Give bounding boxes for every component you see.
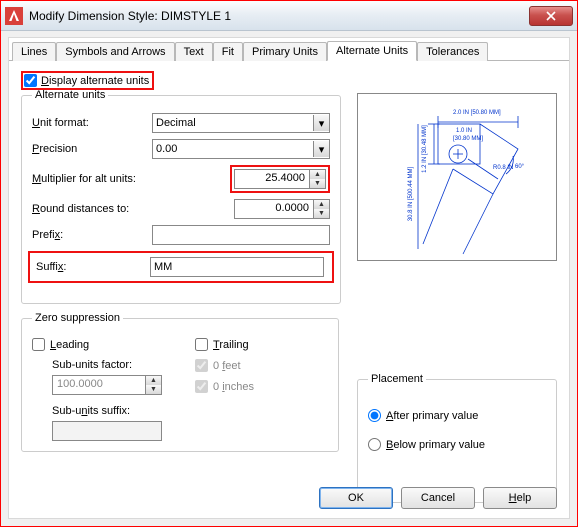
spinner-down-icon[interactable]: ▼	[310, 179, 325, 188]
zero-inches-label: 0 inches	[213, 381, 254, 393]
preview-dim-top: 2.0 IN [50.80 MM]	[453, 110, 501, 116]
preview-dim-inner2: [30.80 MM]	[453, 136, 483, 142]
close-icon	[546, 11, 556, 21]
prefix-label: Prefix:	[32, 229, 152, 241]
placement-legend: Placement	[368, 373, 426, 385]
below-primary-label: Below primary value	[386, 439, 485, 451]
spinner-up-icon: ▲	[146, 376, 161, 385]
precision-value: 0.00	[156, 143, 177, 155]
tab-fit[interactable]: Fit	[213, 42, 243, 61]
tab-strip: Lines Symbols and Arrows Text Fit Primar…	[9, 38, 569, 61]
zero-suppression-legend: Zero suppression	[32, 312, 123, 324]
spinner-down-icon[interactable]: ▼	[314, 209, 329, 218]
prefix-input[interactable]	[152, 225, 330, 245]
display-alternate-units-label: Display alternate units	[41, 75, 149, 87]
leading-checkbox[interactable]	[32, 338, 45, 351]
ok-button[interactable]: OK	[319, 487, 393, 509]
precision-label: Precision	[32, 143, 152, 155]
tab-text[interactable]: Text	[175, 42, 213, 61]
spinner-down-icon: ▼	[146, 385, 161, 394]
tab-primary-units[interactable]: Primary Units	[243, 42, 327, 61]
alternate-units-legend: Alternate units	[32, 89, 108, 101]
chevron-down-icon: ▾	[313, 141, 329, 157]
unit-format-value: Decimal	[156, 117, 196, 129]
alternate-units-group: Alternate units Unit format: Decimal ▾ P…	[21, 89, 341, 304]
zero-inches-checkbox	[195, 380, 208, 393]
preview-dim-left1: 1.2 IN [30.48 MM]	[422, 125, 428, 173]
tab-symbols-arrows[interactable]: Symbols and Arrows	[56, 42, 174, 61]
below-primary-radio[interactable]	[368, 438, 381, 451]
precision-dropdown[interactable]: 0.00 ▾	[152, 139, 330, 159]
after-primary-radio[interactable]	[368, 409, 381, 422]
sub-units-factor-value: 100.0000	[53, 376, 145, 394]
spinner-up-icon[interactable]: ▲	[314, 200, 329, 209]
dimension-preview: 2.0 IN [50.80 MM] 1.0 IN [30.80 MM] R0.8…	[357, 93, 557, 261]
tab-alternate-units[interactable]: Alternate Units	[327, 41, 417, 61]
sub-units-suffix-label: Sub-units suffix:	[52, 405, 165, 417]
suffix-input[interactable]	[150, 257, 324, 277]
round-value[interactable]: 0.0000	[235, 200, 313, 218]
multiplier-label: Multiplier for alt units:	[32, 173, 192, 185]
zero-feet-label: 0 feet	[213, 360, 241, 372]
leading-label: Leading	[50, 339, 89, 351]
preview-dim-inner: 1.0 IN	[456, 128, 472, 134]
chevron-down-icon: ▾	[313, 115, 329, 131]
display-alternate-units-checkbox[interactable]	[24, 74, 37, 87]
unit-format-label: Unit format:	[32, 117, 152, 129]
close-button[interactable]	[529, 6, 573, 26]
multiplier-value[interactable]: 25.4000	[235, 170, 309, 188]
cancel-button[interactable]: Cancel	[401, 487, 475, 509]
round-spinner[interactable]: 0.0000 ▲▼	[234, 199, 330, 219]
unit-format-dropdown[interactable]: Decimal ▾	[152, 113, 330, 133]
spinner-up-icon[interactable]: ▲	[310, 170, 325, 179]
after-primary-label: After primary value	[386, 410, 478, 422]
help-button[interactable]: Help	[483, 487, 557, 509]
preview-dim-left2: 30.8 IN [500.44 MM]	[408, 166, 414, 221]
tab-lines[interactable]: Lines	[12, 42, 56, 61]
trailing-checkbox[interactable]	[195, 338, 208, 351]
tab-tolerances[interactable]: Tolerances	[417, 42, 488, 61]
dialog-button-row: OK Cancel Help	[9, 478, 569, 518]
preview-dim-angle: 60°	[515, 164, 525, 170]
trailing-label: Trailing	[213, 339, 249, 351]
sub-units-factor-label: Sub-units factor:	[52, 359, 165, 371]
round-label: Round distances to:	[32, 203, 192, 215]
sub-units-suffix-input	[52, 421, 162, 441]
suffix-label: Suffix:	[36, 261, 150, 273]
preview-dim-radius: R0.8 IN	[493, 165, 513, 171]
multiplier-spinner[interactable]: 25.4000 ▲▼	[234, 169, 326, 189]
sub-units-factor-spinner: 100.0000 ▲▼	[52, 375, 162, 395]
app-icon	[5, 7, 23, 25]
titlebar: Modify Dimension Style: DIMSTYLE 1	[1, 1, 577, 31]
window-title: Modify Dimension Style: DIMSTYLE 1	[29, 9, 529, 23]
zero-suppression-group: Zero suppression Leading Sub-units facto…	[21, 312, 339, 452]
zero-feet-checkbox	[195, 359, 208, 372]
